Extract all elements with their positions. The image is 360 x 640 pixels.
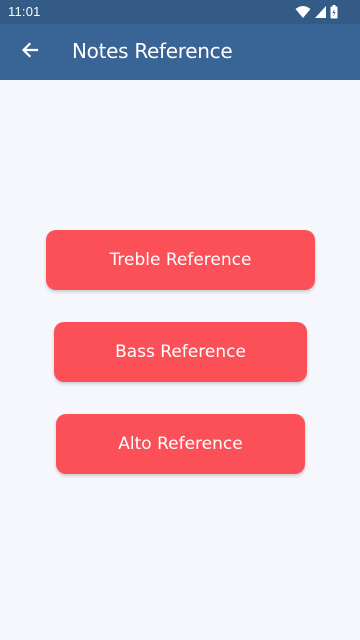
battery-icon [330,5,338,19]
cell-signal-icon [314,5,327,19]
back-button[interactable] [12,34,48,70]
bass-reference-label: Bass Reference [115,342,246,362]
wifi-icon [295,5,311,19]
status-time: 11:01 [8,4,41,19]
bass-reference-button[interactable]: Bass Reference [54,322,307,382]
app-bar: Notes Reference [0,24,360,80]
treble-reference-label: Treble Reference [109,250,252,270]
status-icons [295,4,338,20]
alto-reference-label: Alto Reference [118,434,243,454]
alto-reference-button[interactable]: Alto Reference [56,414,305,474]
page-title: Notes Reference [72,39,233,63]
arrow-left-icon [20,40,40,64]
status-bar: 11:01 [0,0,360,24]
treble-reference-button[interactable]: Treble Reference [46,230,315,290]
